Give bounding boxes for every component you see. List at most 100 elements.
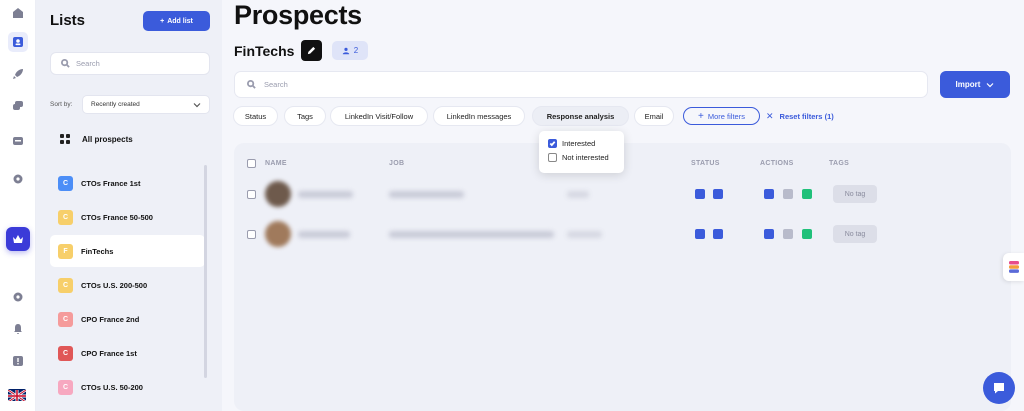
- sort-select[interactable]: Recently created: [82, 95, 210, 114]
- mail-icon[interactable]: [783, 229, 793, 239]
- home-icon[interactable]: [8, 3, 28, 23]
- option-checkbox[interactable]: [548, 139, 557, 148]
- uk-flag-icon[interactable]: [8, 389, 26, 401]
- prospects-search-placeholder: Search: [264, 80, 288, 89]
- list-item[interactable]: C CTOs U.S. 200-500: [50, 269, 205, 301]
- sort-label: Sort by:: [50, 101, 73, 108]
- more-filters-button[interactable]: + More filters: [683, 107, 760, 125]
- plus-icon: +: [160, 17, 165, 25]
- all-prospects-item[interactable]: All prospects: [60, 134, 133, 144]
- list-item[interactable]: C CTOs France 50-500: [50, 201, 205, 233]
- chat-icon: [994, 383, 1004, 394]
- select-all-checkbox[interactable]: [247, 159, 256, 168]
- more-filters-label: More filters: [707, 111, 745, 121]
- column-header-name[interactable]: NAME: [265, 160, 287, 167]
- list-badge: C: [58, 345, 73, 361]
- grid-icon: [60, 134, 70, 144]
- avatar[interactable]: [265, 181, 291, 207]
- lists-search-placeholder: Search: [76, 59, 100, 68]
- bell-icon[interactable]: [8, 319, 28, 339]
- side-widget[interactable]: [1003, 253, 1024, 281]
- filter-chip[interactable]: LinkedIn messages: [433, 106, 525, 126]
- list-name: FinTechs: [234, 43, 295, 59]
- list-item[interactable]: F FinTechs: [50, 235, 205, 267]
- list-item-label: FinTechs: [81, 246, 114, 256]
- contacts-icon[interactable]: [8, 32, 28, 52]
- list-badge: C: [58, 311, 73, 327]
- list-item[interactable]: C CPO France 2nd: [50, 303, 205, 335]
- edit-list-button[interactable]: [301, 40, 322, 61]
- mail-icon[interactable]: [783, 189, 793, 199]
- column-header-tags[interactable]: TAGS: [829, 160, 849, 167]
- lists-scrollbar[interactable]: [204, 165, 207, 378]
- prospects-search-input[interactable]: Search: [234, 71, 928, 98]
- list-badge: F: [58, 243, 73, 259]
- prospect-job-redacted: [389, 191, 464, 198]
- check-icon[interactable]: [802, 189, 812, 199]
- filter-chip[interactable]: Email: [634, 106, 674, 126]
- lists-panel: Lists + Add list Search Sort by: Recentl…: [36, 0, 222, 411]
- column-header-status[interactable]: STATUS: [691, 160, 720, 167]
- prospects-table: [234, 143, 1011, 411]
- crown-icon[interactable]: [6, 227, 30, 251]
- reset-filters-label: Reset filters (1): [779, 112, 834, 121]
- alert-icon[interactable]: [8, 351, 28, 371]
- page-title: Prospects: [234, 0, 362, 30]
- pencil-icon: [307, 46, 316, 55]
- chevron-down-icon: [193, 102, 201, 107]
- import-button[interactable]: Import: [940, 71, 1010, 98]
- rocket-icon[interactable]: [8, 64, 28, 84]
- list-badge: C: [58, 379, 73, 395]
- linkedin-status-icon: [695, 229, 705, 239]
- settings-icon[interactable]: [8, 169, 28, 189]
- linkedin-message-icon[interactable]: [764, 229, 774, 239]
- reset-filters-button[interactable]: ✕ Reset filters (1): [766, 111, 834, 122]
- users-icon: [342, 47, 349, 54]
- row-checkbox[interactable]: [247, 230, 256, 239]
- chat-support-button[interactable]: [983, 372, 1015, 404]
- list-item[interactable]: C CTOs U.S. 50-200: [50, 371, 205, 403]
- tag-badge[interactable]: No tag: [833, 185, 877, 203]
- prospect-company-redacted: [567, 191, 589, 198]
- prospect-name-redacted[interactable]: [298, 191, 353, 198]
- tag-badge[interactable]: No tag: [833, 225, 877, 243]
- list-item-label: CTOs U.S. 50-200: [81, 382, 143, 392]
- list-badge: C: [58, 175, 73, 191]
- list-badge: C: [58, 209, 73, 225]
- filter-chip[interactable]: Response analysis: [532, 106, 629, 126]
- list-badge: C: [58, 277, 73, 293]
- linkedin-message-icon[interactable]: [764, 189, 774, 199]
- members-badge[interactable]: 2: [332, 41, 368, 60]
- response-option[interactable]: Interested: [548, 139, 595, 148]
- lists-search-input[interactable]: Search: [50, 52, 210, 75]
- column-header-job[interactable]: JOB: [389, 160, 404, 167]
- prospect-name-redacted[interactable]: [298, 231, 350, 238]
- prospect-company-redacted: [567, 231, 602, 238]
- avatar[interactable]: [265, 221, 291, 247]
- list-item-label: CPO France 1st: [81, 348, 137, 358]
- check-icon[interactable]: [802, 229, 812, 239]
- list-item[interactable]: C CTOs France 1st: [50, 167, 205, 199]
- search-icon: [61, 59, 70, 68]
- add-list-button[interactable]: + Add list: [143, 11, 210, 31]
- response-option[interactable]: Not interested: [548, 153, 609, 162]
- option-label: Interested: [562, 139, 596, 148]
- lists-title: Lists: [50, 12, 86, 29]
- list-item-label: CTOs France 1st: [81, 178, 141, 188]
- filter-chip[interactable]: Tags: [284, 106, 326, 126]
- prospect-job-redacted: [389, 231, 554, 238]
- column-header-actions[interactable]: ACTIONS: [760, 160, 794, 167]
- row-checkbox[interactable]: [247, 190, 256, 199]
- inbox-icon[interactable]: [8, 131, 28, 151]
- messages-icon[interactable]: [8, 96, 28, 116]
- option-checkbox[interactable]: [548, 153, 557, 162]
- email-status-icon: [713, 189, 723, 199]
- filter-chip[interactable]: Status: [233, 106, 278, 126]
- gear-icon[interactable]: [8, 287, 28, 307]
- left-rail: [0, 0, 36, 411]
- list-item[interactable]: C CPO France 1st: [50, 337, 205, 369]
- add-list-label: Add list: [167, 17, 193, 25]
- filter-chip[interactable]: LinkedIn Visit/Follow: [330, 106, 428, 126]
- email-status-icon: [713, 229, 723, 239]
- plus-icon: +: [698, 110, 704, 122]
